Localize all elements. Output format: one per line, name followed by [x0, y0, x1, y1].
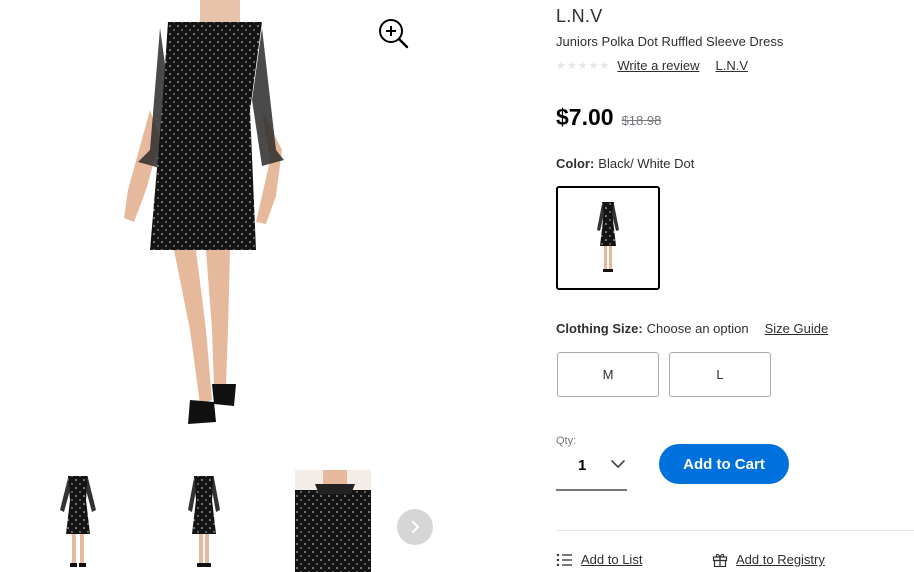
size-prompt: Choose an option — [646, 321, 749, 336]
size-option-l[interactable]: L — [669, 352, 771, 397]
thumbnails-next-button[interactable] — [397, 509, 433, 545]
quantity-label: Qty: — [556, 435, 577, 447]
star-icon: ★ — [577, 60, 588, 72]
current-price: $7.00 — [556, 104, 614, 130]
list-icon — [556, 553, 572, 566]
section-divider — [556, 530, 914, 531]
size-option-m[interactable]: M — [557, 352, 659, 397]
brand-link[interactable]: L.N.V — [716, 58, 749, 73]
color-swatch-selected[interactable] — [556, 186, 660, 290]
add-to-list-link[interactable]: Add to List — [581, 552, 642, 567]
write-review-link[interactable]: Write a review — [617, 58, 699, 73]
chevron-down-icon — [611, 460, 625, 468]
product-main-image[interactable] — [0, 0, 440, 440]
quantity-value: 1 — [578, 457, 587, 474]
star-rating: ★ ★ ★ ★ ★ — [556, 59, 609, 72]
add-to-registry-action[interactable]: Add to Registry — [712, 552, 825, 567]
rating-row: ★ ★ ★ ★ ★ Write a review L.N.V — [556, 58, 748, 73]
product-title: Juniors Polka Dot Ruffled Sleeve Dress — [556, 34, 784, 49]
add-to-registry-link[interactable]: Add to Registry — [736, 552, 825, 567]
chevron-right-icon — [412, 521, 419, 533]
product-thumbnail-front[interactable] — [42, 470, 114, 572]
was-price: $18.98 — [621, 113, 662, 128]
size-label: Clothing Size: — [556, 321, 643, 336]
zoom-in-icon — [379, 19, 409, 49]
color-value: Black/ White Dot — [598, 156, 695, 171]
size-guide-link[interactable]: Size Guide — [765, 321, 829, 336]
product-thumbnail-detail[interactable] — [295, 470, 371, 572]
product-brand: L.N.V — [556, 6, 603, 26]
zoom-button[interactable] — [376, 16, 412, 52]
star-icon: ★ — [599, 60, 610, 72]
quantity-select[interactable]: 1 — [556, 450, 627, 491]
thumbnail-image — [295, 470, 371, 572]
swatch-image — [597, 202, 619, 272]
color-label: Color: — [556, 156, 595, 171]
product-thumbnail-back[interactable] — [168, 470, 240, 572]
price-row: $7.00 $18.98 — [556, 104, 661, 131]
size-selection-label: Clothing Size: Choose an option Size Gui… — [556, 321, 828, 336]
dress-model-image — [124, 0, 284, 424]
add-to-cart-button[interactable]: Add to Cart — [659, 444, 789, 484]
thumbnail-image — [188, 476, 220, 567]
gift-icon — [712, 553, 728, 567]
thumbnail-image — [60, 476, 96, 567]
color-selection-label: Color: Black/ White Dot — [556, 156, 694, 171]
star-icon: ★ — [556, 60, 566, 72]
add-to-list-action[interactable]: Add to List — [556, 552, 642, 567]
star-icon: ★ — [566, 60, 577, 72]
star-icon: ★ — [588, 60, 599, 72]
